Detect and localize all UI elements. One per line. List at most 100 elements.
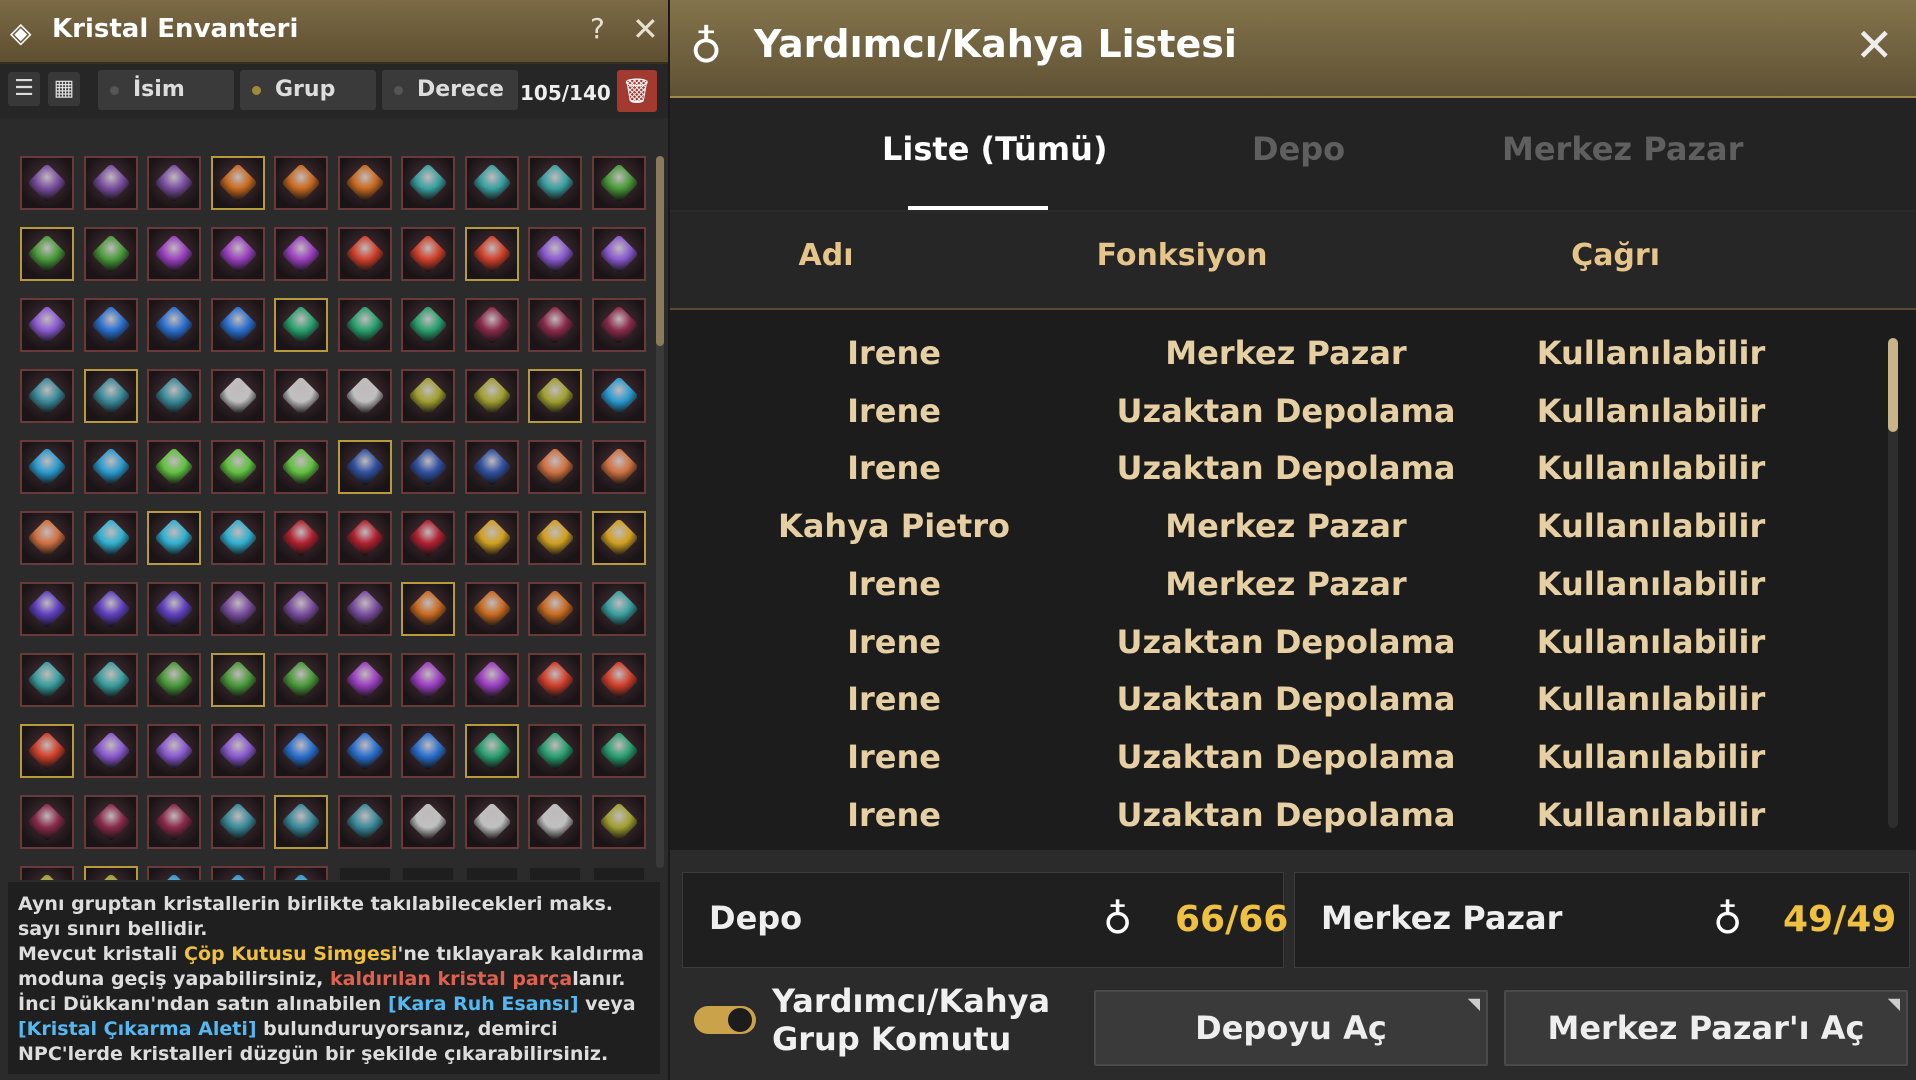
- crystal-slot[interactable]: [528, 724, 582, 778]
- crystal-slot[interactable]: [210, 298, 265, 352]
- crystal-slot[interactable]: [464, 653, 519, 707]
- crystal-slot[interactable]: [147, 298, 201, 352]
- crystal-slot[interactable]: [147, 582, 201, 636]
- crystal-slot[interactable]: [337, 511, 392, 565]
- crystal-slot[interactable]: [464, 724, 519, 778]
- crystal-slot[interactable]: [20, 582, 74, 636]
- close-icon[interactable]: ✕: [632, 10, 659, 48]
- crystal-slot[interactable]: [20, 511, 74, 565]
- crystal-slot[interactable]: [274, 440, 328, 494]
- crystal-slot[interactable]: [274, 156, 328, 210]
- inventory-scrollbar[interactable]: [656, 156, 664, 868]
- crystal-slot[interactable]: [210, 156, 265, 210]
- crystal-slot[interactable]: [274, 369, 328, 423]
- crystal-slot[interactable]: [210, 724, 265, 778]
- crystal-slot[interactable]: [210, 582, 265, 636]
- crystal-slot[interactable]: [274, 511, 328, 565]
- crystal-slot[interactable]: [147, 156, 201, 210]
- crystal-slot[interactable]: [337, 156, 392, 210]
- crystal-slot[interactable]: [528, 653, 582, 707]
- crystal-slot[interactable]: [147, 653, 201, 707]
- crystal-slot[interactable]: [20, 724, 74, 778]
- crystal-slot[interactable]: [591, 795, 646, 849]
- crystal-slot[interactable]: [591, 298, 646, 352]
- crystal-slot[interactable]: [401, 298, 455, 352]
- crystal-slot[interactable]: [401, 653, 455, 707]
- crystal-slot[interactable]: [591, 156, 646, 210]
- crystal-slot[interactable]: [528, 795, 582, 849]
- crystal-slot[interactable]: [401, 724, 455, 778]
- crystal-slot[interactable]: [83, 653, 138, 707]
- close-icon[interactable]: ✕: [1855, 18, 1894, 72]
- crystal-slot[interactable]: [401, 795, 455, 849]
- crystal-slot[interactable]: [147, 511, 201, 565]
- tab-list-all[interactable]: Liste (Tümü): [882, 130, 1107, 168]
- crystal-slot[interactable]: [147, 795, 201, 849]
- crystal-slot[interactable]: [147, 724, 201, 778]
- sort-group-button[interactable]: Grup: [240, 70, 376, 110]
- crystal-slot[interactable]: [83, 369, 138, 423]
- crystal-slot[interactable]: [337, 440, 392, 494]
- crystal-slot[interactable]: [20, 653, 74, 707]
- crystal-slot[interactable]: [210, 653, 265, 707]
- crystal-slot[interactable]: [210, 866, 265, 880]
- trash-icon[interactable]: 🗑: [617, 70, 657, 112]
- crystal-slot[interactable]: [528, 511, 582, 565]
- crystal-slot[interactable]: [591, 653, 646, 707]
- list-view-icon[interactable]: ☰: [8, 72, 40, 106]
- crystal-slot[interactable]: [83, 866, 138, 880]
- crystal-slot[interactable]: [464, 866, 519, 880]
- crystal-slot[interactable]: [591, 866, 646, 880]
- crystal-slot[interactable]: [337, 795, 392, 849]
- crystal-slot[interactable]: [464, 795, 519, 849]
- crystal-slot[interactable]: [274, 227, 328, 281]
- crystal-slot[interactable]: [147, 866, 201, 880]
- crystal-slot[interactable]: [464, 156, 519, 210]
- crystal-slot[interactable]: [83, 724, 138, 778]
- crystal-slot[interactable]: [528, 582, 582, 636]
- crystal-slot[interactable]: [337, 866, 392, 880]
- crystal-slot[interactable]: [83, 795, 138, 849]
- table-row[interactable]: Irene Merkez Pazar Kullanılabilir: [670, 557, 1916, 614]
- crystal-slot[interactable]: [401, 866, 455, 880]
- crystal-slot[interactable]: [337, 298, 392, 352]
- crystal-slot[interactable]: [20, 440, 74, 494]
- crystal-slot[interactable]: [591, 227, 646, 281]
- crystal-slot[interactable]: [274, 795, 328, 849]
- crystal-slot[interactable]: [274, 298, 328, 352]
- crystal-slot[interactable]: [401, 582, 455, 636]
- table-row[interactable]: Irene Merkez Pazar Kullanılabilir: [670, 326, 1916, 383]
- crystal-slot[interactable]: [464, 511, 519, 565]
- crystal-slot[interactable]: [274, 582, 328, 636]
- crystal-slot[interactable]: [337, 582, 392, 636]
- crystal-slot[interactable]: [528, 866, 582, 880]
- table-row[interactable]: Irene Uzaktan Depolama Kullanılabilir: [670, 615, 1916, 672]
- crystal-slot[interactable]: [83, 298, 138, 352]
- crystal-slot[interactable]: [464, 582, 519, 636]
- crystal-slot[interactable]: [83, 227, 138, 281]
- crystal-slot[interactable]: [401, 440, 455, 494]
- crystal-slot[interactable]: [210, 795, 265, 849]
- tab-merkez-pazar[interactable]: Merkez Pazar: [1502, 130, 1743, 168]
- crystal-slot[interactable]: [20, 156, 74, 210]
- crystal-slot[interactable]: [464, 227, 519, 281]
- crystal-slot[interactable]: [401, 227, 455, 281]
- crystal-slot[interactable]: [591, 440, 646, 494]
- grid-view-icon[interactable]: ▦: [48, 72, 80, 106]
- open-merkez-pazar-button[interactable]: Merkez Pazar'ı Aç ◥: [1504, 990, 1908, 1066]
- crystal-slot[interactable]: [337, 227, 392, 281]
- crystal-slot[interactable]: [591, 511, 646, 565]
- crystal-slot[interactable]: [20, 866, 74, 880]
- crystal-slot[interactable]: [464, 298, 519, 352]
- crystal-slot[interactable]: [274, 724, 328, 778]
- crystal-slot[interactable]: [83, 440, 138, 494]
- table-row[interactable]: Irene Uzaktan Depolama Kullanılabilir: [670, 441, 1916, 498]
- sort-name-button[interactable]: İsim: [98, 70, 234, 110]
- crystal-slot[interactable]: [147, 227, 201, 281]
- group-command-toggle[interactable]: [694, 1006, 756, 1034]
- crystal-slot[interactable]: [401, 369, 455, 423]
- table-row[interactable]: Irene Uzaktan Depolama Kullanılabilir: [670, 730, 1916, 787]
- crystal-slot[interactable]: [528, 440, 582, 494]
- crystal-slot[interactable]: [274, 653, 328, 707]
- table-row[interactable]: Irene Uzaktan Depolama Kullanılabilir: [670, 384, 1916, 441]
